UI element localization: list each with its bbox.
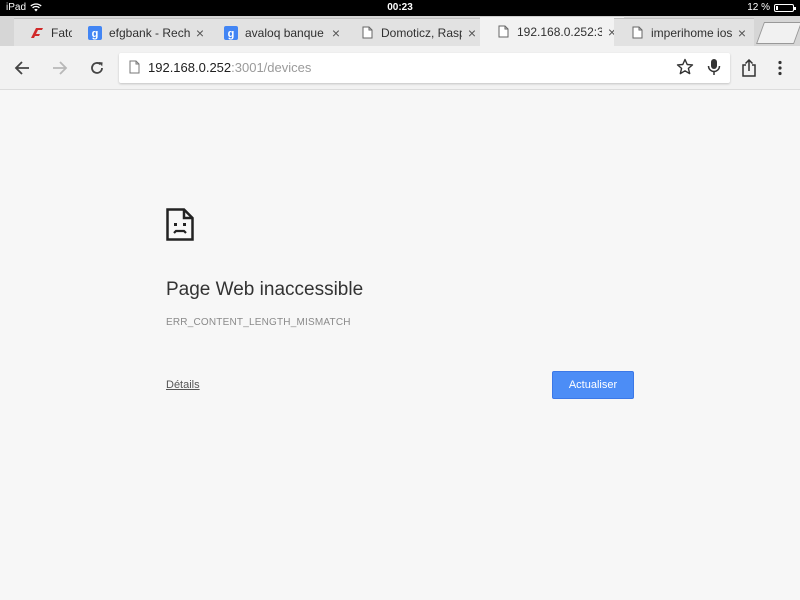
arrow-right-icon (53, 61, 68, 75)
close-icon[interactable]: × (466, 26, 478, 40)
microphone-icon[interactable] (707, 58, 721, 76)
error-code: ERR_CONTENT_LENGTH_MISMATCH (166, 317, 351, 328)
red-logo-icon (30, 26, 44, 40)
page-icon (496, 25, 510, 39)
new-tab-button[interactable] (755, 22, 800, 44)
google-icon: g (88, 25, 102, 40)
details-link[interactable]: Détails (166, 379, 200, 391)
error-page: Page Web inaccessible ERR_CONTENT_LENGTH… (0, 90, 800, 600)
battery-icon (774, 3, 796, 12)
tab-title: 192.168.0.252:30 (517, 24, 602, 39)
google-icon: g (224, 25, 238, 40)
tab-strip: Fatca g efgbank - Recherc × g avaloq ban… (0, 16, 800, 46)
refresh-icon (91, 62, 103, 74)
tab-domoticz[interactable]: Domoticz, Raspbe × (344, 18, 484, 46)
url-text[interactable]: 192.168.0.252:3001/devices (148, 60, 311, 75)
page-icon (630, 26, 644, 40)
tab-avaloq[interactable]: g avaloq banque - R × (208, 18, 348, 46)
star-icon[interactable] (676, 58, 694, 76)
page-icon (129, 60, 140, 74)
more-vertical-icon (778, 60, 782, 76)
back-button[interactable] (11, 57, 33, 79)
tab-title: imperihome ios n (651, 25, 732, 40)
clock: 00:23 (387, 2, 413, 13)
share-icon (742, 59, 756, 77)
share-button[interactable] (738, 57, 760, 79)
tab-title: Domoticz, Raspbe (381, 25, 462, 40)
svg-text:g: g (92, 28, 99, 40)
page-icon (360, 26, 374, 40)
close-icon[interactable]: × (194, 26, 206, 40)
close-icon[interactable]: × (736, 26, 748, 40)
tab-title: efgbank - Recherc (109, 25, 190, 40)
url-host: 192.168.0.252 (148, 60, 232, 75)
svg-text:g: g (228, 28, 235, 40)
reload-button[interactable] (86, 57, 108, 79)
url-path: :3001/devices (231, 60, 312, 75)
sad-page-icon (166, 208, 194, 241)
address-bar[interactable]: 192.168.0.252:3001/devices (119, 53, 730, 83)
error-title: Page Web inaccessible (166, 279, 364, 300)
battery-percent: 12 % (747, 2, 770, 13)
reload-page-button[interactable]: Actualiser (552, 371, 634, 399)
close-icon[interactable]: × (330, 26, 342, 40)
arrow-left-icon (14, 61, 29, 75)
forward-button[interactable] (49, 57, 71, 79)
tab-efgbank[interactable]: g efgbank - Recherc × (72, 18, 212, 46)
menu-button[interactable] (769, 57, 791, 79)
status-bar: iPad 00:23 12 % (0, 0, 800, 16)
tab-active-device[interactable]: 192.168.0.252:30 × (480, 16, 624, 46)
tab-title: avaloq banque - R (245, 25, 326, 40)
browser-toolbar: 192.168.0.252:3001/devices (0, 46, 800, 90)
tab-imperihome[interactable]: imperihome ios n × (614, 18, 754, 46)
